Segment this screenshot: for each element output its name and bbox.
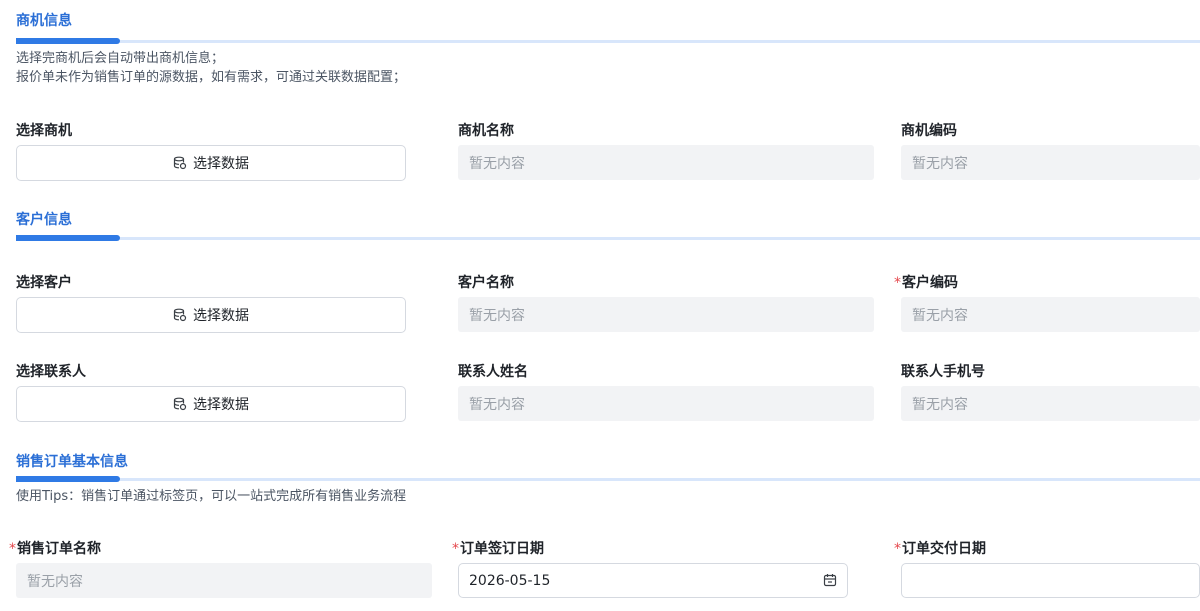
select-opportunity-button[interactable]: 选择数据 (16, 145, 406, 181)
database-icon (173, 397, 187, 411)
select-customer-label: 选择客户 (16, 275, 72, 291)
delivery-date-input[interactable] (901, 563, 1200, 598)
select-customer-button[interactable]: 选择数据 (16, 297, 406, 333)
opportunity-desc-line1: 选择完商机后会自动带出商机信息； (16, 51, 225, 66)
select-opportunity-button-label: 选择数据 (193, 156, 249, 172)
customer-name-field: 暂无内容 (458, 297, 874, 332)
select-customer-button-label: 选择数据 (193, 308, 249, 324)
required-mark: * (452, 541, 459, 557)
contact-name-label: 联系人姓名 (458, 364, 528, 380)
sign-date-input[interactable]: 2026-05-15 (458, 563, 848, 598)
select-contact-button[interactable]: 选择数据 (16, 386, 406, 422)
opportunity-name-field: 暂无内容 (458, 145, 874, 180)
required-mark: * (894, 275, 901, 291)
section-divider-order (16, 476, 1200, 482)
section-title-customer: 客户信息 (16, 212, 72, 228)
customer-code-label: *客户编码 (894, 272, 958, 292)
section-title-opportunity: 商机信息 (16, 13, 72, 29)
required-mark: * (9, 541, 16, 557)
order-name-label-text: 销售订单名称 (17, 541, 101, 557)
contact-name-field: 暂无内容 (458, 386, 874, 421)
select-contact-label: 选择联系人 (16, 364, 86, 380)
contact-phone-label: 联系人手机号 (901, 364, 985, 380)
order-name-label: *销售订单名称 (9, 538, 101, 558)
select-contact-button-label: 选择数据 (193, 397, 249, 413)
database-icon (173, 308, 187, 322)
delivery-date-label: *订单交付日期 (894, 538, 986, 558)
customer-name-label: 客户名称 (458, 275, 514, 291)
customer-code-field: 暂无内容 (901, 297, 1200, 332)
section-title-order: 销售订单基本信息 (16, 454, 128, 470)
database-icon (173, 156, 187, 170)
calendar-icon[interactable] (823, 573, 837, 591)
order-tips: 使用Tips：销售订单通过标签页，可以一站式完成所有销售业务流程 (16, 489, 407, 504)
contact-phone-field: 暂无内容 (901, 386, 1200, 421)
order-name-field: 暂无内容 (16, 563, 432, 598)
section-divider-opportunity (16, 38, 1200, 44)
opportunity-name-label: 商机名称 (458, 123, 514, 139)
sign-date-value: 2026-05-15 (469, 572, 551, 589)
section-divider-customer (16, 235, 1200, 241)
opportunity-desc-line2: 报价单未作为销售订单的源数据，如有需求，可通过关联数据配置； (16, 70, 407, 85)
opportunity-code-field: 暂无内容 (901, 145, 1200, 180)
delivery-date-label-text: 订单交付日期 (902, 541, 986, 557)
sign-date-label: *订单签订日期 (452, 538, 544, 558)
sign-date-label-text: 订单签订日期 (460, 541, 544, 557)
customer-code-label-text: 客户编码 (902, 275, 958, 291)
select-opportunity-label: 选择商机 (16, 123, 72, 139)
required-mark: * (894, 541, 901, 557)
opportunity-code-label: 商机编码 (901, 123, 957, 139)
